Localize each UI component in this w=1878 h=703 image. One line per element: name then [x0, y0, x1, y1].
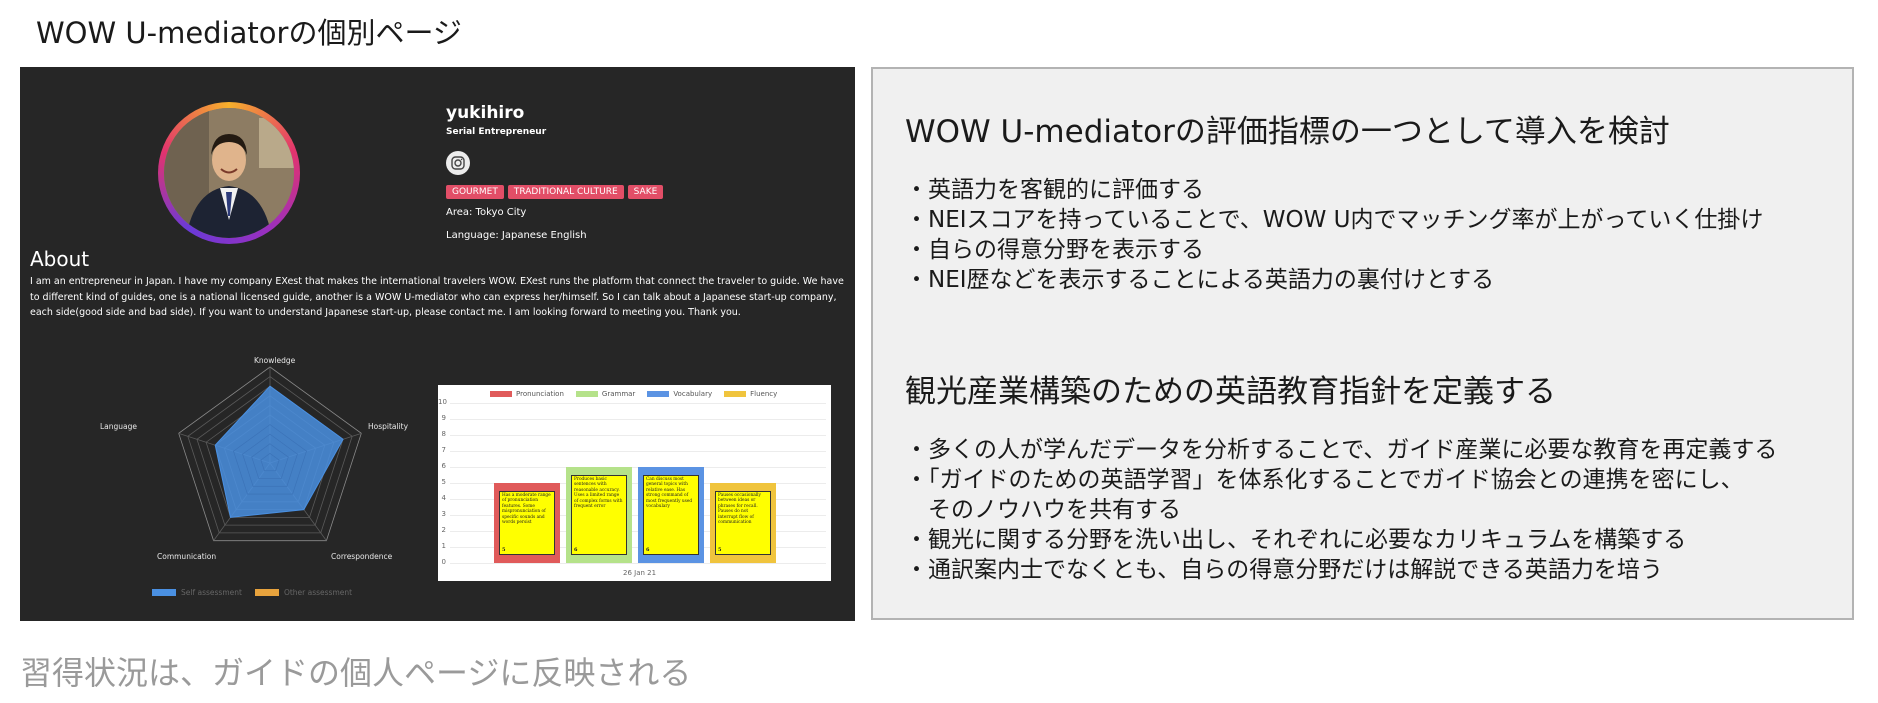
bar-legend: Pronunciation Grammar Vocabulary Fluency	[490, 390, 777, 398]
legend-item: Vocabulary	[647, 390, 712, 398]
legend-label: Self assessment	[181, 588, 242, 597]
annotation-text: Produces basic sentences with reasonable…	[574, 477, 623, 510]
annotation-score: 5	[502, 546, 506, 553]
avatar	[164, 108, 294, 238]
plan-heading-evaluation: WOW U-mediatorの評価指標の一つとして導入を検討	[905, 114, 1670, 150]
tag-sake[interactable]: SAKE	[627, 185, 664, 199]
instagram-icon[interactable]	[446, 151, 470, 175]
y-tick-label: 5	[441, 478, 446, 486]
radar-chart: Knowledge Hospitality Correspondence Com…	[100, 349, 430, 597]
y-tick-label: 9	[441, 414, 446, 422]
grid-line	[450, 451, 826, 452]
list-item: ・NEIスコアを持っていることで、WOW U内でマッチング率が上がっていく仕掛け	[905, 207, 1764, 233]
caption: 習得状況は、ガイドの個人ページに反映される	[20, 654, 692, 692]
y-tick-label: 0	[441, 558, 446, 566]
y-tick-label: 10	[438, 398, 447, 406]
legend-item: Grammar	[575, 390, 635, 398]
grid-line	[450, 563, 826, 564]
list-item: ・通訳案内士でなくとも、自らの得意分野だけは解説できる英語力を培う	[905, 557, 1663, 583]
radar-axis-label: Communication	[157, 552, 217, 561]
bar-annotation: Has a moderate range of pronunciation fe…	[499, 491, 555, 555]
page-title: WOW U-mediatorの個別ページ	[36, 16, 462, 50]
annotation-text: Can discuss most general topics with rel…	[646, 477, 693, 510]
tag-traditional-culture[interactable]: TRADITIONAL CULTURE	[507, 185, 624, 199]
grid-line	[450, 403, 826, 404]
annotation-text: Has a moderate range of pronunciation fe…	[502, 493, 551, 526]
x-axis-label: 26 Jan 21	[623, 569, 657, 577]
list-item: ・「ガイドのための英語学習」を体系化することでガイド協会との連携を密にし、	[905, 467, 1744, 493]
y-tick-label: 1	[441, 542, 446, 550]
legend-swatch	[254, 589, 279, 596]
list-item: ・英語力を客観的に評価する	[905, 177, 1204, 203]
annotation-score: 5	[718, 546, 722, 553]
list-item: ・NEI歴などを表示することによる英語力の裏付けとする	[905, 267, 1495, 293]
radar-axis-label: Language	[100, 422, 138, 431]
avatar-photo	[164, 108, 294, 238]
grid-line	[450, 435, 826, 436]
plan-list-education: ・多くの人が学んだデータを分析することで、ガイド産業に必要な教育を再定義する ・…	[905, 435, 1777, 585]
radar-axis-label: Correspondence	[331, 552, 393, 561]
profile-area: Area: Tokyo City	[446, 207, 527, 218]
legend-item: Fluency	[724, 390, 777, 398]
profile-language: Language: Japanese English	[446, 230, 587, 241]
about-text: I am an entrepreneur in Japan. I have my…	[30, 276, 844, 318]
bar-annotation: Pauses occasionally between ideas or phr…	[715, 491, 771, 555]
annotation-score: 6	[646, 546, 650, 553]
annotation-score: 6	[574, 546, 578, 553]
list-item: ・観光に関する分野を洗い出し、それぞれに必要なカリキュラムを構築する	[905, 527, 1687, 553]
grid-line	[450, 419, 826, 420]
y-tick-label: 6	[441, 462, 446, 470]
y-tick-label: 3	[441, 510, 446, 518]
legend-swatch	[152, 589, 176, 596]
annotation-text: Pauses occasionally between ideas or phr…	[718, 493, 761, 526]
list-item: ・自らの得意分野を表示する	[905, 237, 1204, 263]
plan-panel: WOW U-mediatorの評価指標の一つとして導入を検討 ・英語力を客観的に…	[871, 67, 1854, 620]
about-heading: About	[30, 247, 90, 271]
y-tick-label: 2	[441, 526, 446, 534]
profile-name: yukihiro	[446, 103, 525, 123]
legend-item: Pronunciation	[490, 390, 564, 398]
avatar-ring	[158, 102, 300, 244]
tag-list: GOURMET TRADITIONAL CULTURE SAKE	[446, 185, 664, 199]
bar-annotation: Produces basic sentences with reasonable…	[571, 475, 627, 555]
plan-list-evaluation: ・英語力を客観的に評価する ・NEIスコアを持っていることで、WOW U内でマッ…	[905, 175, 1763, 295]
profile-screenshot: yukihiro Serial Entrepreneur GOURMET TRA…	[20, 67, 855, 621]
profile-title: Serial Entrepreneur	[446, 127, 547, 137]
bar-annotation: Can discuss most general topics with rel…	[643, 475, 699, 555]
list-item: ・多くの人が学んだデータを分析することで、ガイド産業に必要な教育を再定義する	[905, 437, 1778, 463]
legend-label: Other assessment	[283, 588, 353, 597]
y-tick-label: 7	[441, 446, 446, 454]
bar-chart: Pronunciation Grammar Vocabulary Fluency…	[438, 385, 831, 581]
plan-heading-education: 観光産業構築のための英語教育指針を定義する	[905, 374, 1556, 410]
radar-legend: Self assessment Other assessment	[152, 588, 352, 597]
radar-axis-label: Knowledge	[254, 356, 296, 365]
y-tick-label: 4	[441, 494, 446, 502]
radar-axis-label: Hospitality	[368, 422, 409, 431]
tag-gourmet[interactable]: GOURMET	[446, 185, 504, 199]
list-item: そのノウハウを共有する	[905, 497, 1181, 523]
y-tick-label: 8	[441, 430, 446, 438]
